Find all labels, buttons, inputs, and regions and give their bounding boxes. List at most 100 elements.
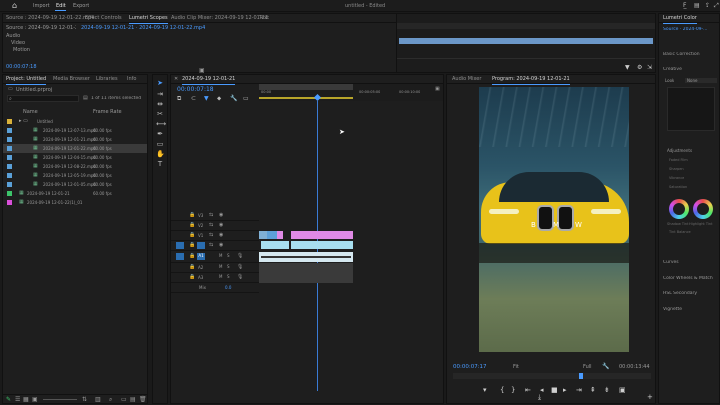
lock-icon[interactable]: 🔒 [189, 264, 195, 270]
tab-libraries[interactable]: Libraries [96, 75, 118, 84]
share-icon[interactable]: ⇪ [705, 2, 710, 9]
tab-media-browser[interactable]: Media Browser [53, 75, 90, 84]
find-icon[interactable]: ⌕ [109, 396, 112, 404]
list-item[interactable]: ▦ 2024-09-19 12-05-19.mp4 60.00 fps [3, 171, 147, 180]
effect-row-video[interactable]: Video [11, 40, 25, 46]
voiceover-icon[interactable]: 🎙 [237, 264, 243, 270]
new-bin-icon[interactable]: ▤ [83, 95, 88, 101]
edit-tab[interactable]: Edit [56, 3, 66, 9]
highlight-tint-wheel[interactable] [693, 199, 713, 219]
work-area-bar[interactable] [259, 97, 353, 99]
snap-icon[interactable]: ⧉ [177, 95, 181, 103]
sync-icon[interactable]: ⇆ [209, 232, 213, 238]
tab-audio-clip-mixer[interactable]: Audio Clip Mixer: 2024-09-19 12-01-21 [171, 14, 268, 23]
track-label-v3[interactable]: V3 [198, 213, 203, 218]
home-icon[interactable]: ⌂ [12, 1, 17, 10]
lock-icon[interactable]: 🔒 [189, 232, 195, 238]
track-target-v1[interactable] [197, 242, 205, 249]
lift-button[interactable]: ⇞ [590, 386, 596, 394]
mix-value[interactable]: 0.0 [225, 285, 231, 290]
sync-icon[interactable]: ⇆ [209, 212, 213, 218]
wrench-settings-icon[interactable]: 🔧 [602, 363, 609, 370]
clip-v2-pink[interactable] [277, 231, 283, 239]
voiceover-icon[interactable]: 🎙 [237, 274, 243, 280]
export-frame-button[interactable]: ▣ [619, 386, 626, 394]
step-forward-button[interactable]: ▸ [563, 386, 567, 394]
section-color-wheels[interactable]: Color Wheels & Match [663, 276, 719, 281]
fx-icon[interactable]: ▣ [199, 67, 205, 74]
tab-info[interactable]: Info [127, 75, 136, 84]
razor-tool[interactable]: ✂ [156, 110, 164, 118]
clip-a2[interactable] [259, 263, 353, 273]
eye-icon[interactable]: ◉ [219, 222, 223, 228]
extract-button[interactable]: ⇟ [604, 386, 610, 394]
tab-text[interactable]: Text [259, 14, 269, 23]
track-label-a1[interactable]: A1 [197, 253, 205, 260]
type-tool[interactable]: T [156, 160, 164, 168]
list-item[interactable]: ▦ 2024-09-19 12-04-15.mp4 60.00 fps [3, 153, 147, 162]
slider-sharpen[interactable]: Sharpen [669, 167, 684, 171]
effect-timecode[interactable]: 00:00:07:18 [6, 64, 37, 70]
icon-view-icon[interactable]: ▦ [23, 396, 29, 403]
link-icon[interactable]: ⊂ [191, 95, 196, 102]
list-item[interactable]: ▦ 2024-09-19 12-01-21 60.00 fps [3, 189, 147, 198]
effect-row-motion[interactable]: Motion [13, 47, 30, 53]
clip-v2-b[interactable] [267, 231, 277, 239]
playhead-marker[interactable] [313, 93, 322, 102]
lock-icon[interactable]: 🔒 [189, 274, 195, 280]
rectangle-tool[interactable]: ▭ [156, 140, 164, 148]
bin-item[interactable]: ▸ ▭ Untitled [3, 117, 147, 126]
tab-source[interactable]: Source : 2024-09-19 12-01-22.mp4 [6, 14, 94, 23]
section-creative[interactable]: Creative [663, 67, 682, 72]
shadow-tint-wheel[interactable] [669, 199, 689, 219]
pen-tool[interactable]: ✒ [156, 130, 164, 138]
delete-icon[interactable]: 🗑 [139, 396, 147, 403]
mark-out-button[interactable]: } [511, 386, 515, 394]
sequence-label[interactable]: 2024-09-19 12-01-21 · 2024-09-19 12-01-2… [81, 25, 221, 31]
export-frame-icon[interactable]: ⇲ [647, 64, 652, 71]
search-input[interactable]: ⌕ [7, 95, 79, 102]
tab-project[interactable]: Project: Untitled [6, 75, 47, 85]
track-label-a2[interactable]: A2 [198, 265, 203, 270]
lock-icon[interactable]: 🔒 [189, 212, 195, 218]
column-frame-rate[interactable]: Frame Rate [93, 109, 122, 115]
tab-lumetri-scopes[interactable]: Lumetri Scopes [129, 14, 168, 24]
track-label-v2[interactable]: V2 [198, 223, 203, 228]
slider-faded-film[interactable]: Faded Film [669, 158, 688, 162]
sort-icon[interactable]: ⇅ [82, 396, 87, 403]
clip-v1-c[interactable] [291, 241, 353, 249]
lock-icon[interactable]: 🔒 [189, 222, 195, 228]
stop-button[interactable]: ■ [551, 386, 558, 394]
voiceover-icon[interactable]: 🎙 [237, 253, 243, 259]
slider-vibrance[interactable]: Vibrance [669, 176, 684, 180]
program-timecode[interactable]: 00:00:07:17 [453, 364, 487, 370]
slider-saturation[interactable]: Saturation [669, 185, 687, 189]
mute-button[interactable]: M [219, 253, 222, 258]
look-preview[interactable] [667, 87, 715, 131]
eye-icon[interactable]: ◉ [219, 232, 223, 238]
tint-balance-label[interactable]: Tint Balance [669, 230, 691, 234]
tab-effect-controls[interactable]: Effect Controls [85, 14, 122, 23]
ripple-edit-tool[interactable]: ⇹ [156, 100, 164, 108]
eye-icon[interactable]: ◉ [219, 242, 223, 248]
clip-v2-a[interactable] [259, 231, 267, 239]
captions-icon[interactable]: ▭ [243, 95, 249, 102]
tab-audio-mixer[interactable]: Audio Mixer [452, 75, 481, 84]
close-tab-icon[interactable]: ✕ [174, 76, 178, 82]
go-to-in-button[interactable]: ⇤ [525, 386, 531, 394]
slip-tool[interactable]: ⟷ [156, 120, 166, 128]
section-hsl-secondary[interactable]: HSL Secondary [663, 291, 697, 296]
add-marker-button[interactable]: ▾ [483, 386, 487, 394]
pencil-icon[interactable]: ✎ [6, 396, 11, 403]
section-curves[interactable]: Curves [663, 260, 679, 265]
solo-button[interactable]: S [227, 264, 230, 269]
mini-clip-bar[interactable] [399, 38, 653, 44]
list-item[interactable]: ▦ 2024-09-19 12-01-05.mp4 60.00 fps [3, 180, 147, 189]
lumetri-source[interactable]: Source · 2024-09-... [663, 27, 719, 32]
adjustments-label[interactable]: Adjustments [667, 148, 692, 153]
new-bin-footer-icon[interactable]: ▭ [121, 396, 127, 403]
freeform-view-icon[interactable]: ▣ [32, 396, 38, 403]
quality-dropdown[interactable]: Full [583, 364, 592, 370]
solo-button[interactable]: S [227, 253, 230, 258]
look-dropdown[interactable]: None [685, 78, 717, 83]
